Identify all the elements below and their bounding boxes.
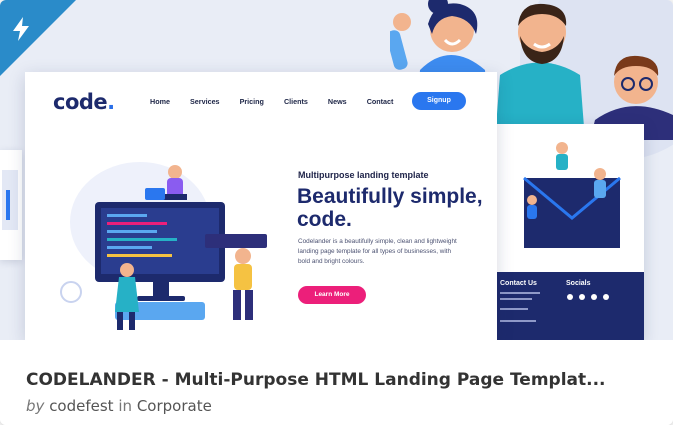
mock-footer-contact-heading: Contact Us <box>500 280 537 287</box>
mock-learn-more-button: Learn More <box>298 286 366 304</box>
envelope-illustration <box>523 142 621 248</box>
lightning-bolt-icon <box>13 17 29 41</box>
mock-footer-social-icons <box>566 293 616 303</box>
mock-nav-item: Clients <box>283 97 308 106</box>
main-preview-page: code. Home Services Pricing Clients News… <box>25 72 497 340</box>
mock-signup-button: Signup <box>412 92 466 110</box>
hero-illustration <box>60 162 267 330</box>
mock-nav-item: Home <box>150 97 170 106</box>
mock-nav-item: Services <box>189 97 220 106</box>
item-title-link[interactable]: CODELANDER - Multi-Purpose HTML Landing … <box>26 370 646 390</box>
mock-logo: code. <box>53 90 115 114</box>
mock-nav-item: Contact <box>366 97 394 106</box>
mock-body-text: Codelander is a beautifully simple, clea… <box>298 238 457 265</box>
secondary-preview-page: Contact Us Socials <box>492 124 644 340</box>
item-meta: by codefest in Corporate <box>26 397 212 415</box>
item-preview-image[interactable]: code. Home Services Pricing Clients News… <box>0 0 673 340</box>
in-label: in <box>118 397 133 415</box>
social-icons <box>567 294 609 300</box>
category-link[interactable]: Corporate <box>137 397 212 415</box>
mock-nav: Home Services Pricing Clients News Conta… <box>150 97 413 106</box>
mock-headline: Beautifully simple, code. <box>297 185 483 231</box>
mock-footer-contact-lines <box>500 292 540 322</box>
mock-nav-item: News <box>327 97 347 106</box>
item-card[interactable]: code. Home Services Pricing Clients News… <box>0 0 673 425</box>
mock-nav-item: Pricing <box>239 97 264 106</box>
left-page-graphic <box>2 170 18 230</box>
mock-footer: Contact Us Socials <box>492 272 644 340</box>
left-preview-page <box>0 150 22 260</box>
mock-footer-socials-heading: Socials <box>566 280 591 287</box>
by-label: by <box>26 397 45 415</box>
mock-kicker: Multipurpose landing template <box>298 170 429 180</box>
author-link[interactable]: codefest <box>49 397 113 415</box>
